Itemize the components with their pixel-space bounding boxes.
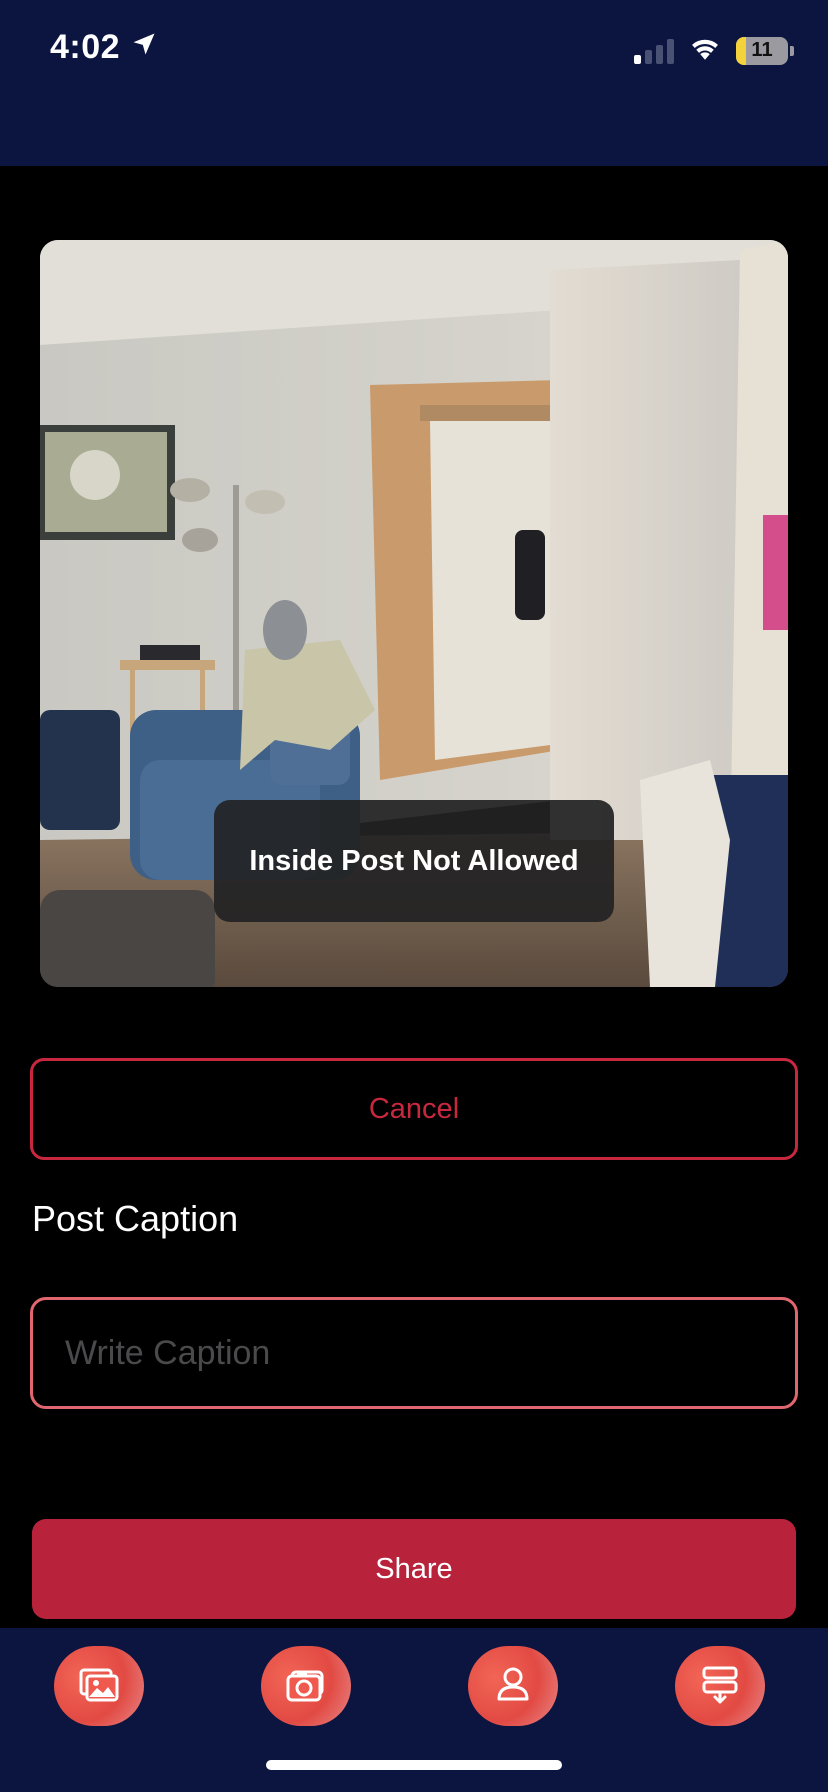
toast-message: Inside Post Not Allowed bbox=[214, 800, 614, 922]
cellular-signal-icon bbox=[634, 38, 674, 64]
gallery-icon bbox=[75, 1660, 123, 1713]
battery-icon: 11 bbox=[736, 36, 788, 65]
home-indicator bbox=[266, 1760, 562, 1770]
tab-camera[interactable] bbox=[261, 1646, 351, 1726]
post-screen: 4:02 11 Inside Post Not Allowed Cancel P… bbox=[0, 0, 828, 1792]
caption-input[interactable] bbox=[30, 1297, 798, 1409]
wifi-icon bbox=[688, 34, 722, 67]
bottom-tab-bar bbox=[0, 1628, 828, 1792]
toast-text: Inside Post Not Allowed bbox=[249, 844, 579, 877]
cancel-button-label: Cancel bbox=[368, 1092, 460, 1125]
tab-gallery[interactable] bbox=[54, 1646, 144, 1726]
camera-icon bbox=[282, 1660, 330, 1713]
tab-feed[interactable] bbox=[675, 1646, 765, 1726]
status-indicators: 11 bbox=[634, 34, 794, 67]
status-time-group: 4:02 bbox=[50, 28, 158, 67]
share-button-label: Share bbox=[375, 1552, 453, 1585]
post-caption-label: Post Caption bbox=[32, 1198, 239, 1239]
status-time: 4:02 bbox=[50, 28, 121, 66]
share-button[interactable]: Share bbox=[32, 1519, 796, 1619]
tab-profile[interactable] bbox=[468, 1646, 558, 1726]
battery-level: 11 bbox=[751, 39, 773, 61]
header-bar: 4:02 11 bbox=[0, 0, 828, 166]
feed-download-icon bbox=[696, 1660, 744, 1713]
profile-icon bbox=[489, 1660, 537, 1713]
location-arrow-icon bbox=[130, 28, 158, 67]
cancel-button[interactable]: Cancel bbox=[30, 1058, 798, 1160]
